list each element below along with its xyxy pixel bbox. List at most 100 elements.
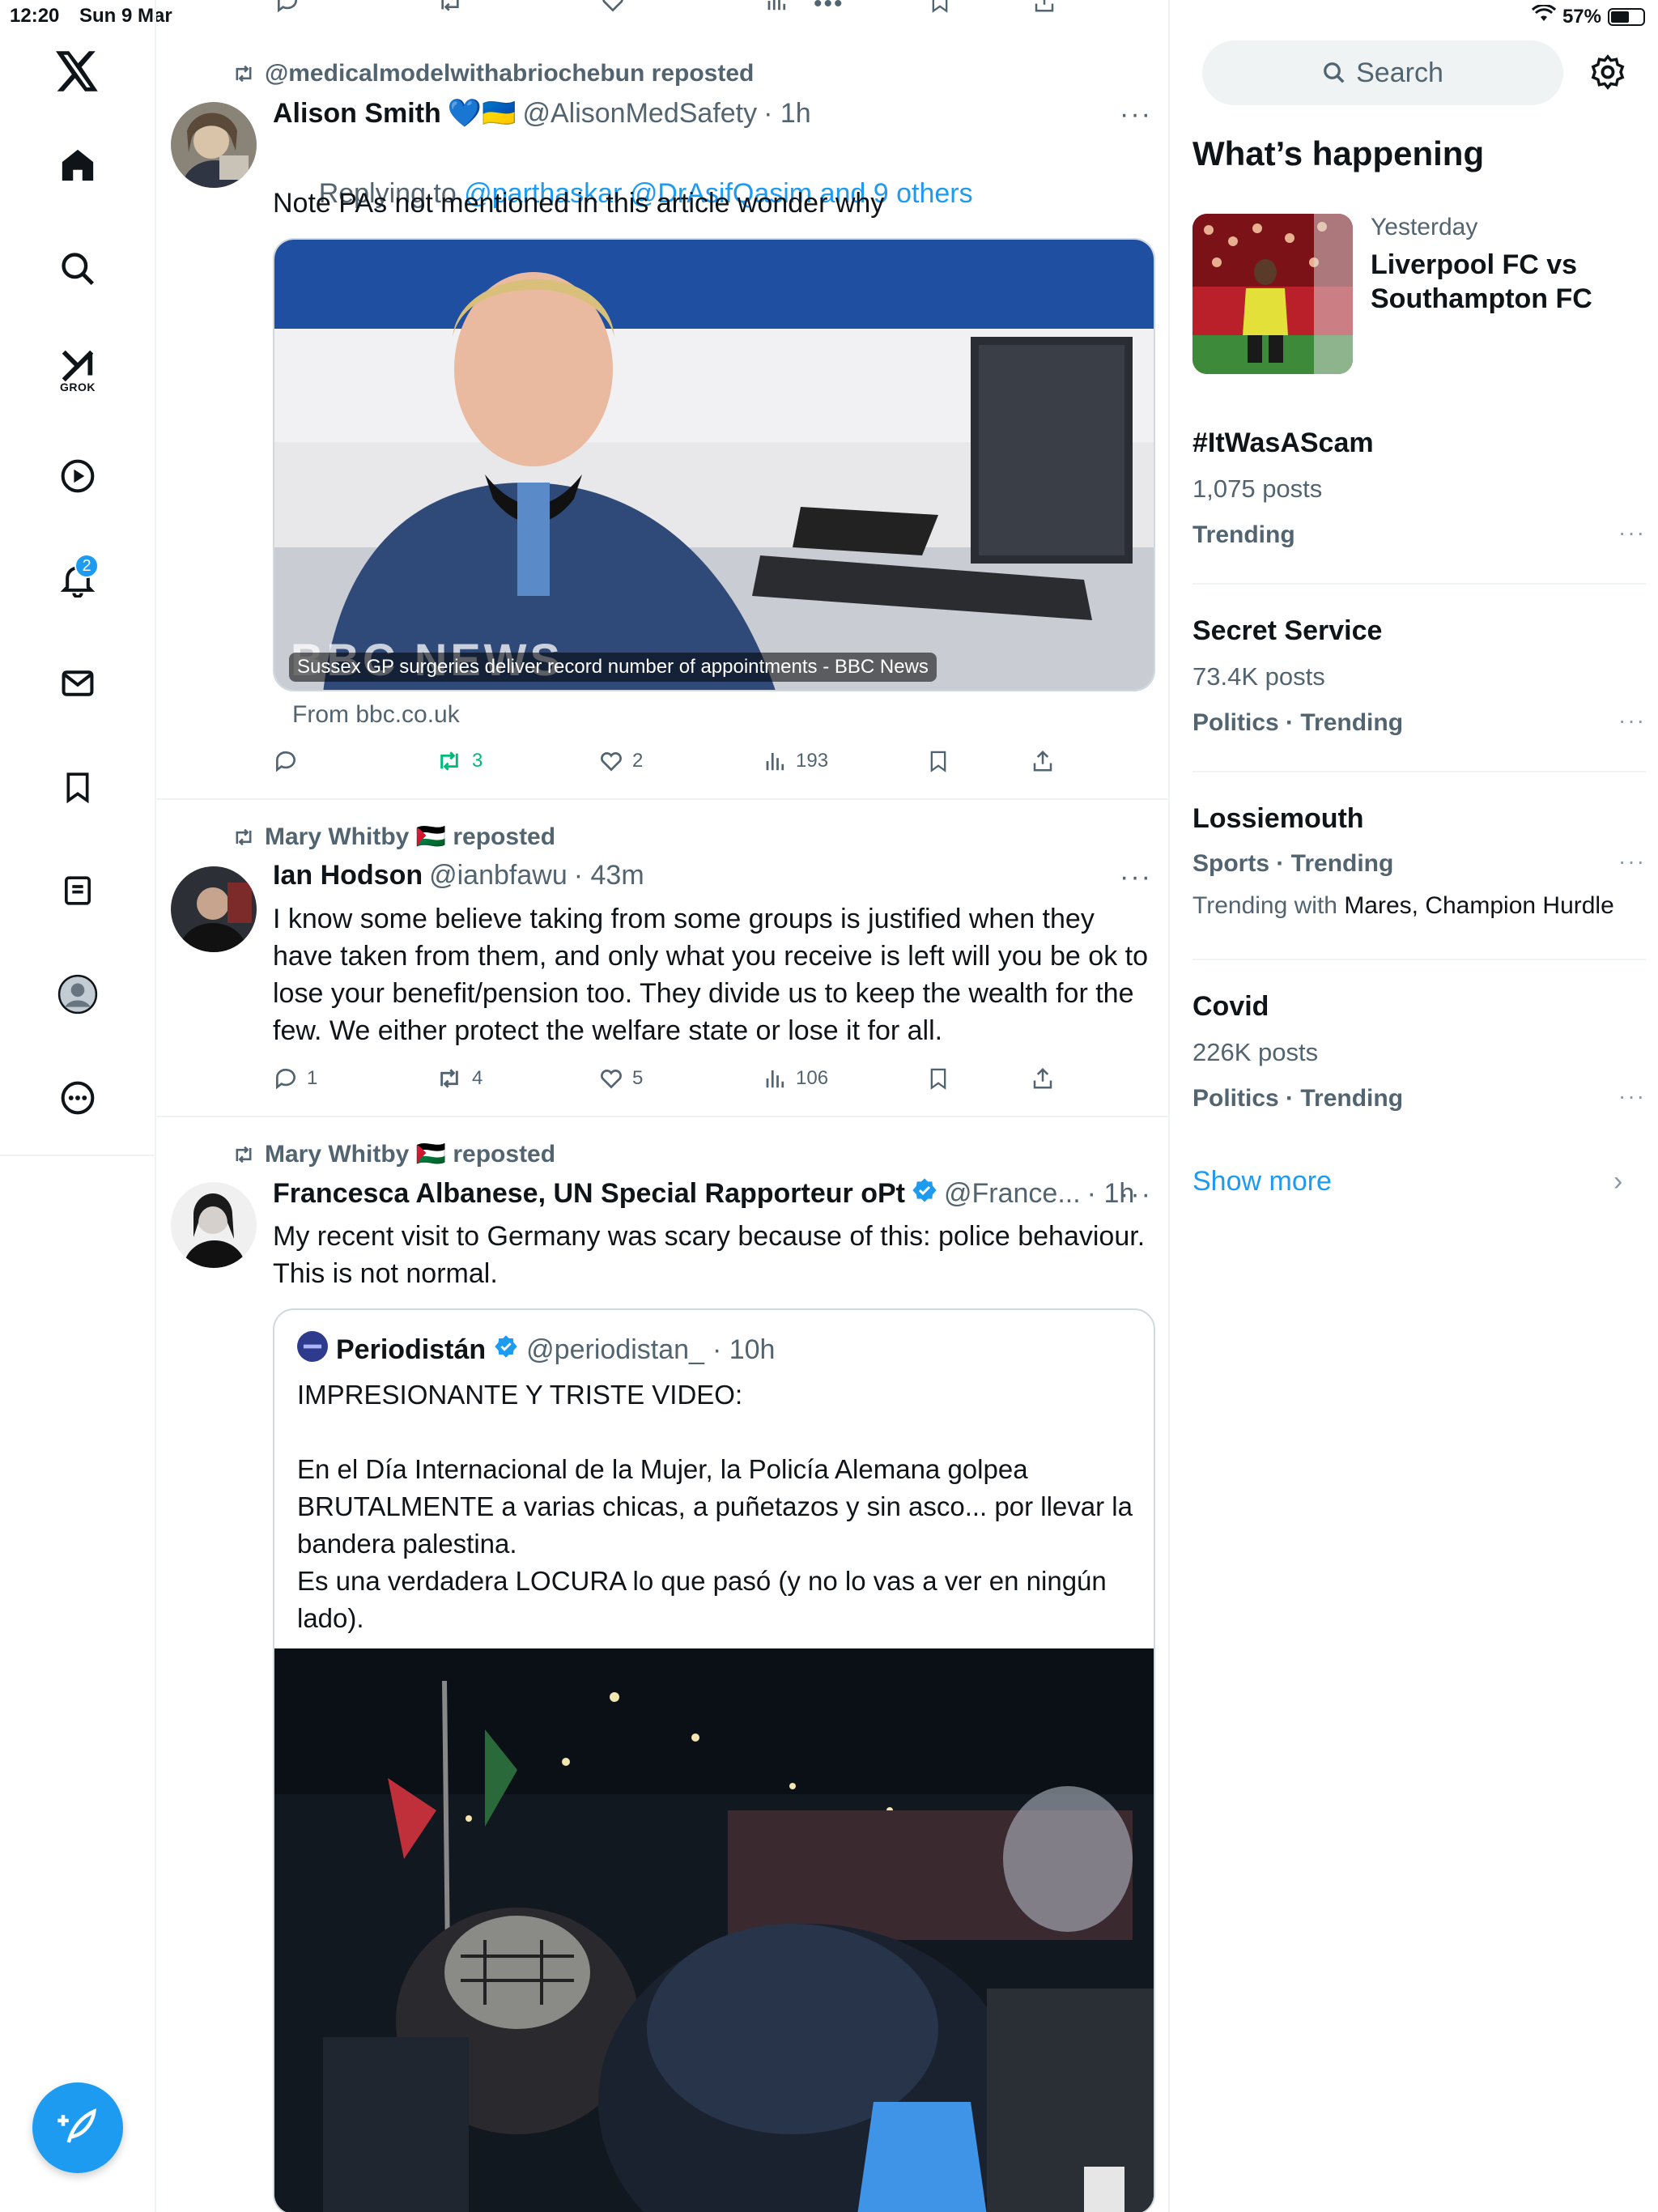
like-button[interactable]: 5 [598,1066,643,1091]
quote-author-name[interactable]: Periodistán [336,1334,486,1366]
trend-item[interactable]: #ItWasAScam 1,075 posts Trending ··· [1192,402,1646,588]
chevron-right-icon: › [1613,1166,1623,1197]
author-name[interactable]: Francesca Albanese, UN Special Rapporteu… [273,1178,905,1210]
like-button[interactable]: 2 [598,748,643,774]
share-icon[interactable] [1032,0,1056,19]
link-card-image[interactable]: BBC NEWS Sussex GP surgeries deliver rec… [273,238,1155,691]
left-nav: GROK 2 [0,0,156,1156]
views-chart-icon[interactable] [765,0,789,17]
repost-indicator: Mary Whitby 🇵🇸 reposted [231,1140,555,1168]
trend-item[interactable]: Secret Service 73.4K posts Politics · Tr… [1192,583,1646,771]
quote-author-handle[interactable]: @periodistan_ [526,1334,704,1366]
tweet-time[interactable]: · 43m [574,860,644,891]
tweet-ian-hodson[interactable]: Mary Whitby 🇵🇸 reposted Ian Hodson @ianb… [156,800,1168,1117]
trend-with-prefix: Trending with [1192,892,1345,919]
show-more-link[interactable]: Show more [1192,1166,1332,1197]
messages-envelope-icon[interactable] [52,657,104,709]
trend-category: Politics · Trending [1192,709,1404,736]
compose-post-button[interactable] [32,2082,123,2173]
tweet-alison-smith[interactable]: @medicalmodelwithabriochebun reposted Al… [156,37,1168,800]
trend-category: Trending [1192,521,1295,548]
trend-meta: Yesterday [1371,214,1478,240]
reply-button[interactable] [273,748,307,774]
video-play-icon[interactable] [52,450,104,502]
repost-count: 3 [472,750,483,772]
repost-button[interactable]: 3 [435,748,483,774]
author-handle[interactable]: @France... [944,1178,1081,1210]
tweet-more-icon[interactable]: ··· [1120,99,1152,130]
tweet-more-icon[interactable]: ··· [1120,1179,1152,1210]
repost-small-icon [236,65,252,83]
repost-button[interactable]: 4 [435,1066,483,1091]
views-button[interactable]: 106 [763,1066,828,1091]
quoted-tweet[interactable]: Periodistán @periodistan_ · 10h IMPRESIO… [273,1308,1155,2212]
like-heart-icon[interactable] [600,0,626,19]
bookmark-button[interactable] [927,1066,950,1091]
tweet-actions: 1 4 5 106 [273,1061,1082,1096]
trend-category: Sports · Trending [1192,850,1394,877]
verified-badge-icon [494,1334,518,1366]
card-caption: Sussex GP surgeries deliver record numbe… [289,653,937,682]
tweet-text: I know some believe taking from some gro… [273,904,1156,1046]
feather-plus-icon [57,2108,97,2143]
trend-item[interactable]: Lossiemouth Sports · Trending ··· Trendi… [1192,771,1646,959]
trend-more-icon[interactable]: ··· [1618,849,1646,874]
views-count: 193 [796,750,829,772]
trend-post-count: 73.4K posts [1192,662,1325,691]
avatar[interactable] [171,866,257,952]
share-button[interactable] [1031,748,1055,774]
grok-icon[interactable]: GROK [52,340,104,393]
more-options-circle-icon[interactable] [52,1072,104,1124]
reply-icon[interactable] [274,0,300,19]
grok-label: GROK [60,381,96,393]
repost-icon[interactable] [436,0,464,19]
bookmark-icon[interactable] [929,0,951,19]
author-name[interactable]: Ian Hodson [273,860,423,891]
trend-title: Lossiemouth [1192,803,1364,834]
trend-more-icon[interactable]: ··· [1618,1083,1646,1109]
bookmarks-icon[interactable] [52,761,104,813]
bookmark-button[interactable] [927,748,950,774]
x-logo-icon[interactable] [52,45,104,97]
quote-avatar[interactable] [297,1331,328,1369]
quote-time[interactable]: · 10h [712,1334,776,1366]
repost-icon [440,1069,458,1088]
quote-text: IMPRESIONANTE Y TRISTE VIDEO: En el Día … [297,1380,1133,1633]
search-placeholder: Search [1356,57,1443,88]
search-input[interactable]: Search [1202,40,1563,105]
share-icon [1033,750,1052,772]
card-source[interactable]: From bbc.co.uk [292,701,460,729]
author-handle[interactable]: @AlisonMedSafety [522,98,757,130]
views-chart-icon [766,1070,784,1088]
trend-item[interactable]: Covid 226K posts Politics · Trending ··· [1192,959,1646,1146]
tweet-more-icon[interactable]: ··· [1120,861,1152,893]
explore-search-icon[interactable] [52,243,104,295]
lists-icon[interactable] [52,865,104,917]
bookmark-icon [930,751,946,772]
avatar[interactable] [171,102,257,188]
notifications-bell-icon[interactable]: 2 [52,554,104,606]
author-name[interactable]: Alison Smith [273,98,441,130]
settings-gear-icon[interactable] [1589,53,1626,95]
whats-happening-heading: What’s happening [1192,134,1485,172]
repost-small-icon [236,1146,252,1163]
quote-video[interactable] [274,1648,1154,2212]
avatar[interactable] [171,1182,257,1268]
author-handle[interactable]: @ianbfawu [429,860,568,891]
trend-category: Politics · Trending [1192,1085,1404,1112]
profile-avatar-icon[interactable] [52,968,104,1020]
share-button[interactable] [1031,1066,1055,1091]
trend-more-icon[interactable]: ··· [1618,520,1646,546]
views-button[interactable]: 193 [763,749,828,773]
tweet-francesca-albanese[interactable]: Mary Whitby 🇵🇸 reposted Francesca Albane… [156,1117,1168,2212]
repost-by-text: Mary Whitby 🇵🇸 reposted [265,823,556,850]
protest-video-frame [274,1648,1154,2212]
reply-button[interactable]: 1 [273,1066,317,1091]
tweet-time[interactable]: · 1h [763,98,811,130]
trend-item-featured[interactable]: Yesterday Liverpool FC vs Southampton FC [1192,214,1646,376]
trend-post-count: 1,075 posts [1192,474,1323,503]
trend-thumbnail [1192,214,1353,374]
home-icon[interactable] [52,139,104,191]
timeline: ••• @medicalmodelwithabriochebun reposte… [156,0,1170,2212]
trend-more-icon[interactable]: ··· [1618,708,1646,734]
